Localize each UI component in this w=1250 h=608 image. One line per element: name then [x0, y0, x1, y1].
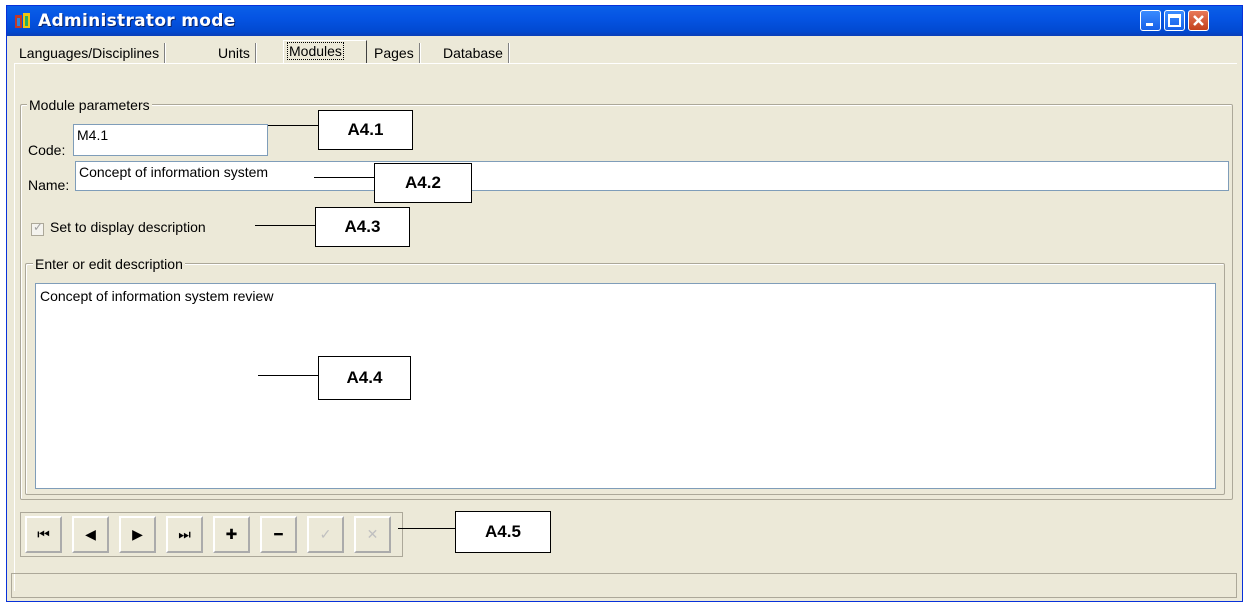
tab-label: Pages [374, 45, 414, 61]
name-field[interactable]: Concept of information system [75, 161, 1229, 191]
title-bar[interactable]: Administrator mode [7, 6, 1242, 36]
insert-record-icon: ✚ [225, 526, 238, 542]
module-parameters-title: Module parameters [27, 97, 152, 113]
prior-record-icon: ◀ [85, 526, 96, 542]
tab-label: Modules [287, 42, 344, 60]
callout-a44: A4.4 [318, 356, 411, 400]
tab-pages[interactable]: Pages [370, 43, 420, 63]
modules-panel: Module parameters Code: M4.1 Name: Conce… [14, 63, 1237, 591]
minimize-icon [1146, 23, 1153, 26]
callout-a41: A4.1 [318, 110, 413, 150]
last-record-button[interactable]: ⏭ [166, 516, 203, 553]
tab-label: Database [443, 45, 503, 61]
tab-database[interactable]: Database [439, 43, 509, 63]
app-icon [15, 13, 30, 28]
delete-record-icon: ━ [274, 526, 283, 542]
minimize-button[interactable] [1140, 10, 1161, 31]
first-record-icon: ⏮ [37, 526, 50, 542]
display-description-checkbox[interactable] [31, 220, 44, 236]
cancel-record-icon: ✕ [366, 526, 379, 542]
next-record-button[interactable]: ▶ [119, 516, 156, 553]
tab-units[interactable]: Units [214, 43, 256, 63]
callout-a42: A4.2 [374, 163, 472, 203]
tab-label: Units [218, 45, 250, 61]
callout-leader-a44 [258, 375, 318, 376]
callout-a45: A4.5 [455, 511, 551, 553]
tab-label: Languages/Disciplines [19, 45, 160, 61]
cancel-record-button[interactable]: ✕ [354, 516, 391, 553]
post-record-icon: ✓ [319, 526, 332, 542]
callout-a43: A4.3 [315, 207, 410, 247]
tab-modules[interactable]: Modules [283, 40, 367, 63]
callout-leader-a45 [398, 528, 455, 529]
callout-leader-a43 [255, 225, 315, 226]
maximize-icon [1168, 14, 1181, 27]
insert-record-button[interactable]: ✚ [213, 516, 250, 553]
name-label: Name: [28, 177, 70, 193]
next-record-icon: ▶ [132, 526, 143, 542]
close-button[interactable] [1188, 10, 1209, 31]
record-navigator: ⏮ ◀ ▶ ⏭ ✚ ━ ✓ ✕ [20, 512, 403, 557]
tab-languages-disciplines[interactable]: Languages/Disciplines [15, 43, 166, 63]
description-textarea[interactable]: Concept of information system review [35, 283, 1216, 489]
description-group-title: Enter or edit description [33, 256, 185, 272]
status-bar [11, 573, 1237, 598]
display-description-label: Set to display description [50, 219, 206, 235]
code-field[interactable]: M4.1 [73, 124, 268, 156]
callout-leader-a42 [314, 177, 374, 178]
maximize-button[interactable] [1164, 10, 1185, 31]
post-record-button[interactable]: ✓ [307, 516, 344, 553]
admin-window: Administrator mode Languages/Disciplines… [6, 5, 1243, 602]
last-record-icon: ⏭ [178, 526, 191, 542]
close-icon [1193, 15, 1204, 26]
window-title: Administrator mode [38, 11, 236, 31]
code-label: Code: [28, 142, 66, 158]
prior-record-button[interactable]: ◀ [72, 516, 109, 553]
callout-leader-a41 [268, 125, 318, 126]
delete-record-button[interactable]: ━ [260, 516, 297, 553]
first-record-button[interactable]: ⏮ [25, 516, 62, 553]
